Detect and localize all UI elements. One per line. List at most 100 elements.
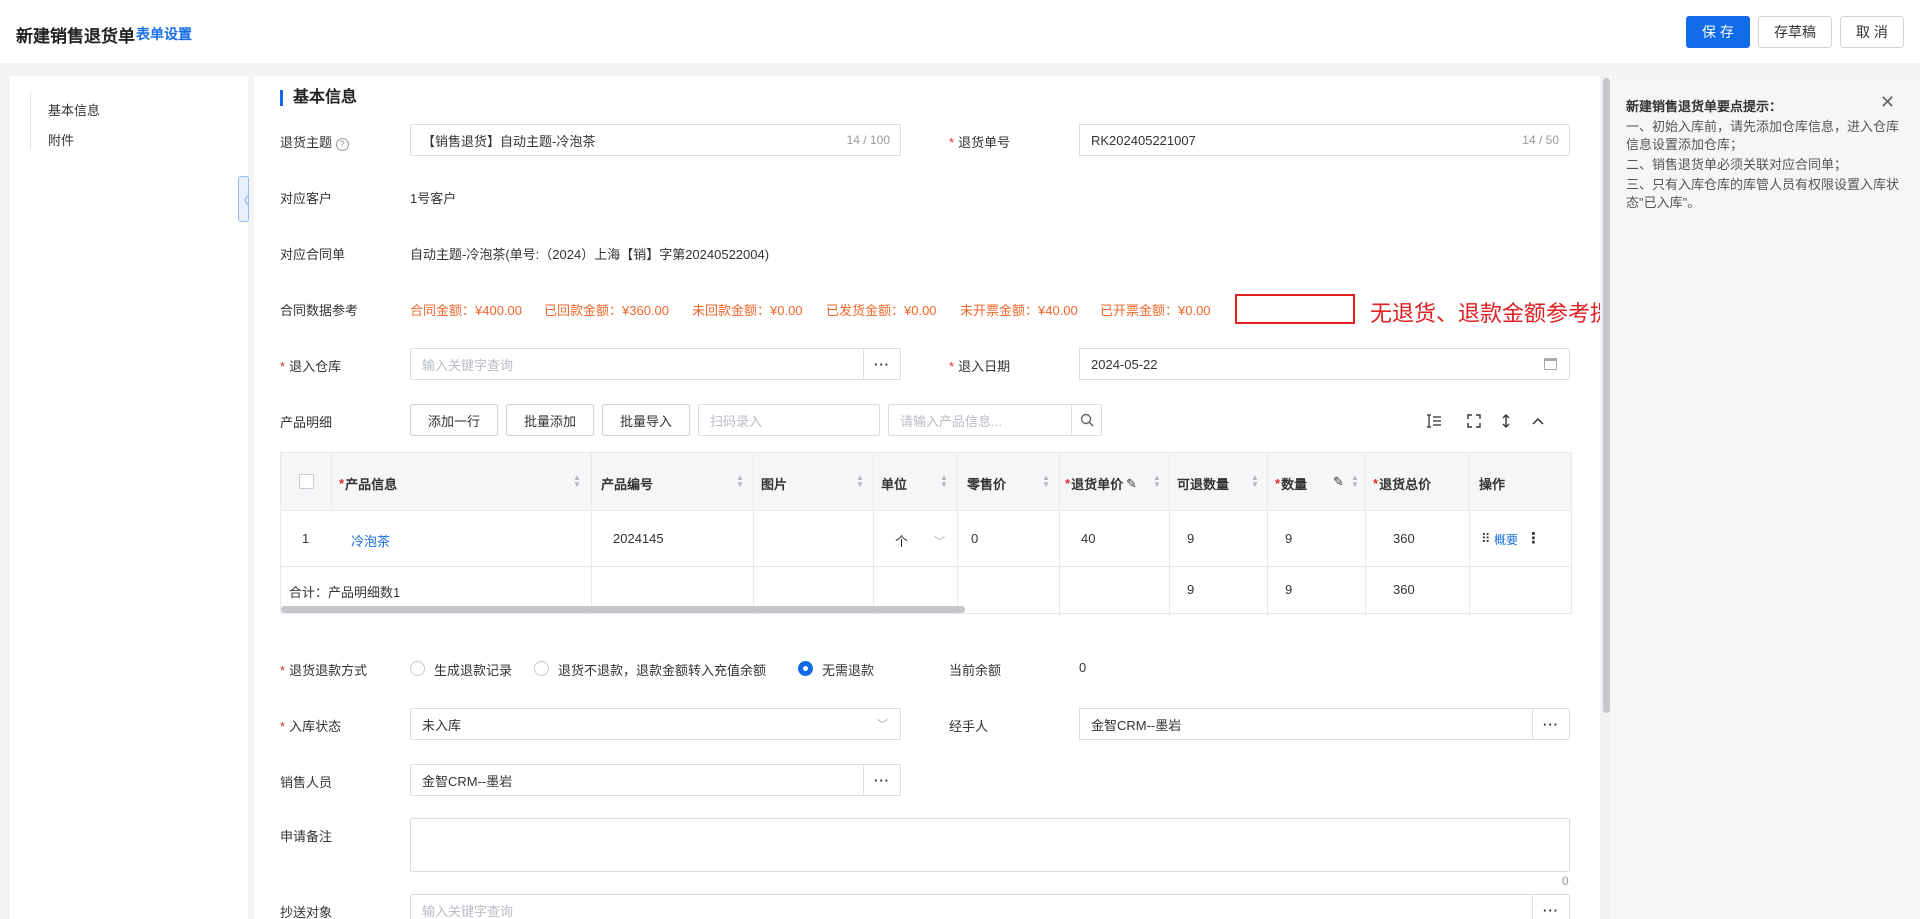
refund-option-balance-radio[interactable] (534, 661, 549, 676)
nav-divider (30, 92, 31, 150)
header-product-info[interactable]: * 产品信息 (339, 474, 397, 493)
header-unit[interactable]: 单位 (881, 474, 907, 493)
batch-import-button[interactable]: 批量导入 (602, 404, 690, 436)
section-title-basic-info: 基本信息 (280, 90, 357, 106)
header-returnable-qty[interactable]: 可退数量 (1177, 474, 1229, 493)
tip-item: 一、初始入库前，请先添加仓库信息，进入仓库信息设置添加仓库； (1626, 119, 1900, 152)
sort-icon[interactable]: ▲ ▼ (1153, 474, 1161, 489)
sort-icon[interactable]: ▲ ▼ (940, 474, 948, 489)
handler-value: 金智CRM--墨岩 (1091, 717, 1182, 733)
handler-label: 经手人 (949, 719, 989, 734)
chevron-down-icon: ﹀ (877, 719, 888, 731)
batch-add-button[interactable]: 批量添加 (506, 404, 594, 436)
contract-amount: 合同金额：¥400.00 (410, 303, 522, 318)
returnable-qty: 9 (1187, 531, 1195, 546)
refund-option-balance-label[interactable]: 退货不退款，退款金额转入充值余额 (558, 660, 766, 679)
unit-select[interactable]: 个 ﹀ (895, 531, 945, 550)
contract-label: 对应合同单 (280, 247, 346, 262)
drag-handle-icon[interactable]: ⠿ (1481, 531, 1491, 547)
save-draft-button[interactable]: 存草稿 (1758, 16, 1832, 48)
salesperson-input[interactable]: 金智CRM--墨岩 ··· (410, 764, 901, 796)
refund-option-generate-label[interactable]: 生成退款记录 (434, 660, 512, 679)
more-vertical-icon[interactable]: ⋮ (1526, 529, 1541, 547)
header-product-code[interactable]: 产品编号 (601, 474, 653, 493)
header-image[interactable]: 图片 (761, 474, 787, 493)
subject-label: 退货主题 ? (280, 132, 349, 151)
main-form: 基本信息 退货主题 ? 【销售退货】自动主题-冷泡茶 14 / 100 * 退货单… (254, 76, 1600, 919)
header-return-price[interactable]: * 退货单价 ✎ (1065, 474, 1137, 493)
warehouse-label: * 退入仓库 (280, 359, 342, 374)
salesperson-label: 销售人员 (280, 775, 333, 790)
tips-title: 新建销售退货单要点提示： (1626, 99, 1783, 114)
quantity-input[interactable]: 9 (1285, 531, 1292, 546)
nav-item-basic-info[interactable]: 基本信息 (48, 100, 100, 119)
annotation-box (1235, 294, 1355, 324)
fullscreen-icon[interactable] (1464, 411, 1484, 431)
handler-input[interactable]: 金智CRM--墨岩 ··· (1079, 708, 1570, 740)
form-settings-link[interactable]: 表单设置 (136, 24, 192, 44)
more-icon[interactable]: ··· (1532, 895, 1569, 919)
row-height-icon[interactable] (1424, 411, 1444, 431)
sort-icon[interactable]: ▲ ▼ (736, 474, 744, 489)
select-all-checkbox[interactable] (299, 474, 314, 489)
refund-option-none-label[interactable]: 无需退款 (822, 660, 874, 679)
help-icon[interactable]: ? (335, 138, 349, 151)
cancel-button[interactable]: 取 消 (1840, 16, 1904, 48)
table-horizontal-scrollbar[interactable] (281, 606, 965, 613)
product-name-link[interactable]: 冷泡茶 (351, 531, 390, 550)
top-bar: 新建销售退货单 表单设置 保 存 存草稿 取 消 (0, 0, 1920, 63)
header-retail-price[interactable]: 零售价 (967, 474, 1006, 493)
sort-icon[interactable]: ▲ ▼ (856, 474, 864, 489)
collapse-nav-toggle[interactable]: 〈 (238, 176, 249, 222)
remark-textarea[interactable] (410, 818, 1570, 872)
save-button[interactable]: 保 存 (1686, 16, 1750, 48)
calendar-icon[interactable] (1544, 358, 1557, 370)
warehouse-input[interactable]: 输入关键字查询 ··· (410, 348, 901, 380)
refund-option-none-radio[interactable] (798, 661, 813, 676)
sort-icon[interactable]: ▲ ▼ (1351, 474, 1359, 489)
salesperson-value: 金智CRM--墨岩 (422, 773, 513, 789)
cc-input[interactable]: 输入关键字查询 ··· (410, 894, 1570, 919)
customer-label: 对应客户 (280, 191, 333, 206)
warehouse-placeholder: 输入关键字查询 (422, 357, 514, 373)
table-row: 1 冷泡茶 2024145 个 ﹀ 0 40 9 9 360 ⠿ 概要 ⋮ (281, 511, 1571, 567)
summary-link[interactable]: 概要 (1494, 531, 1518, 548)
subject-char-count: 14 / 100 (846, 133, 890, 147)
refund-option-generate-radio[interactable] (410, 661, 425, 676)
row-index: 1 (302, 531, 310, 546)
return-price-input[interactable]: 40 (1081, 531, 1095, 546)
more-icon[interactable]: ··· (863, 765, 900, 795)
contract-ref-label: 合同数据参考 (280, 303, 359, 318)
add-row-button[interactable]: 添加一行 (410, 404, 498, 436)
product-search-input[interactable]: 请输入产品信息... (888, 404, 1102, 436)
subject-input[interactable]: 【销售退货】自动主题-冷泡茶 14 / 100 (410, 124, 901, 156)
stock-status-select[interactable]: 未入库 ﹀ (410, 708, 901, 740)
header-quantity[interactable]: * 数量 (1275, 474, 1307, 493)
chevron-up-icon[interactable] (1528, 411, 1548, 431)
stock-status-label: * 入库状态 (280, 719, 342, 734)
edit-icon[interactable]: ✎ (1126, 476, 1137, 492)
return-total: 360 (1393, 531, 1415, 546)
edit-icon[interactable]: ✎ (1333, 474, 1344, 490)
main-scrollbar-thumb[interactable] (1603, 78, 1610, 713)
scan-input[interactable]: 扫码录入 (698, 404, 880, 436)
remark-char-count: 0 (1562, 874, 1569, 888)
header-return-total[interactable]: * 退货总价 (1373, 474, 1431, 493)
nav-item-attachment[interactable]: 附件 (48, 130, 74, 149)
return-no-input[interactable]: RK202405221007 14 / 50 (1079, 124, 1570, 156)
summary-label: 合计：产品明细数1 (289, 585, 401, 600)
return-date-value: 2024-05-22 (1091, 356, 1158, 372)
unreceived-amount: 未回款金额：¥0.00 (692, 303, 803, 318)
cc-placeholder: 输入关键字查询 (422, 903, 514, 919)
search-icon[interactable] (1071, 405, 1101, 435)
sort-icon[interactable]: ▲ ▼ (1251, 474, 1259, 489)
sort-icon[interactable]: ▲ ▼ (573, 474, 581, 489)
sort-icon[interactable]: ▲ ▼ (1042, 474, 1050, 489)
expand-vertical-icon[interactable] (1496, 411, 1516, 431)
more-icon[interactable]: ··· (1532, 709, 1569, 739)
product-search-placeholder: 请输入产品信息... (900, 413, 1002, 429)
return-date-input[interactable]: 2024-05-22 (1079, 348, 1570, 380)
shipped-amount: 已发货金额：¥0.00 (826, 303, 937, 318)
more-icon[interactable]: ··· (863, 349, 900, 379)
close-icon[interactable]: ✕ (1880, 92, 1895, 113)
